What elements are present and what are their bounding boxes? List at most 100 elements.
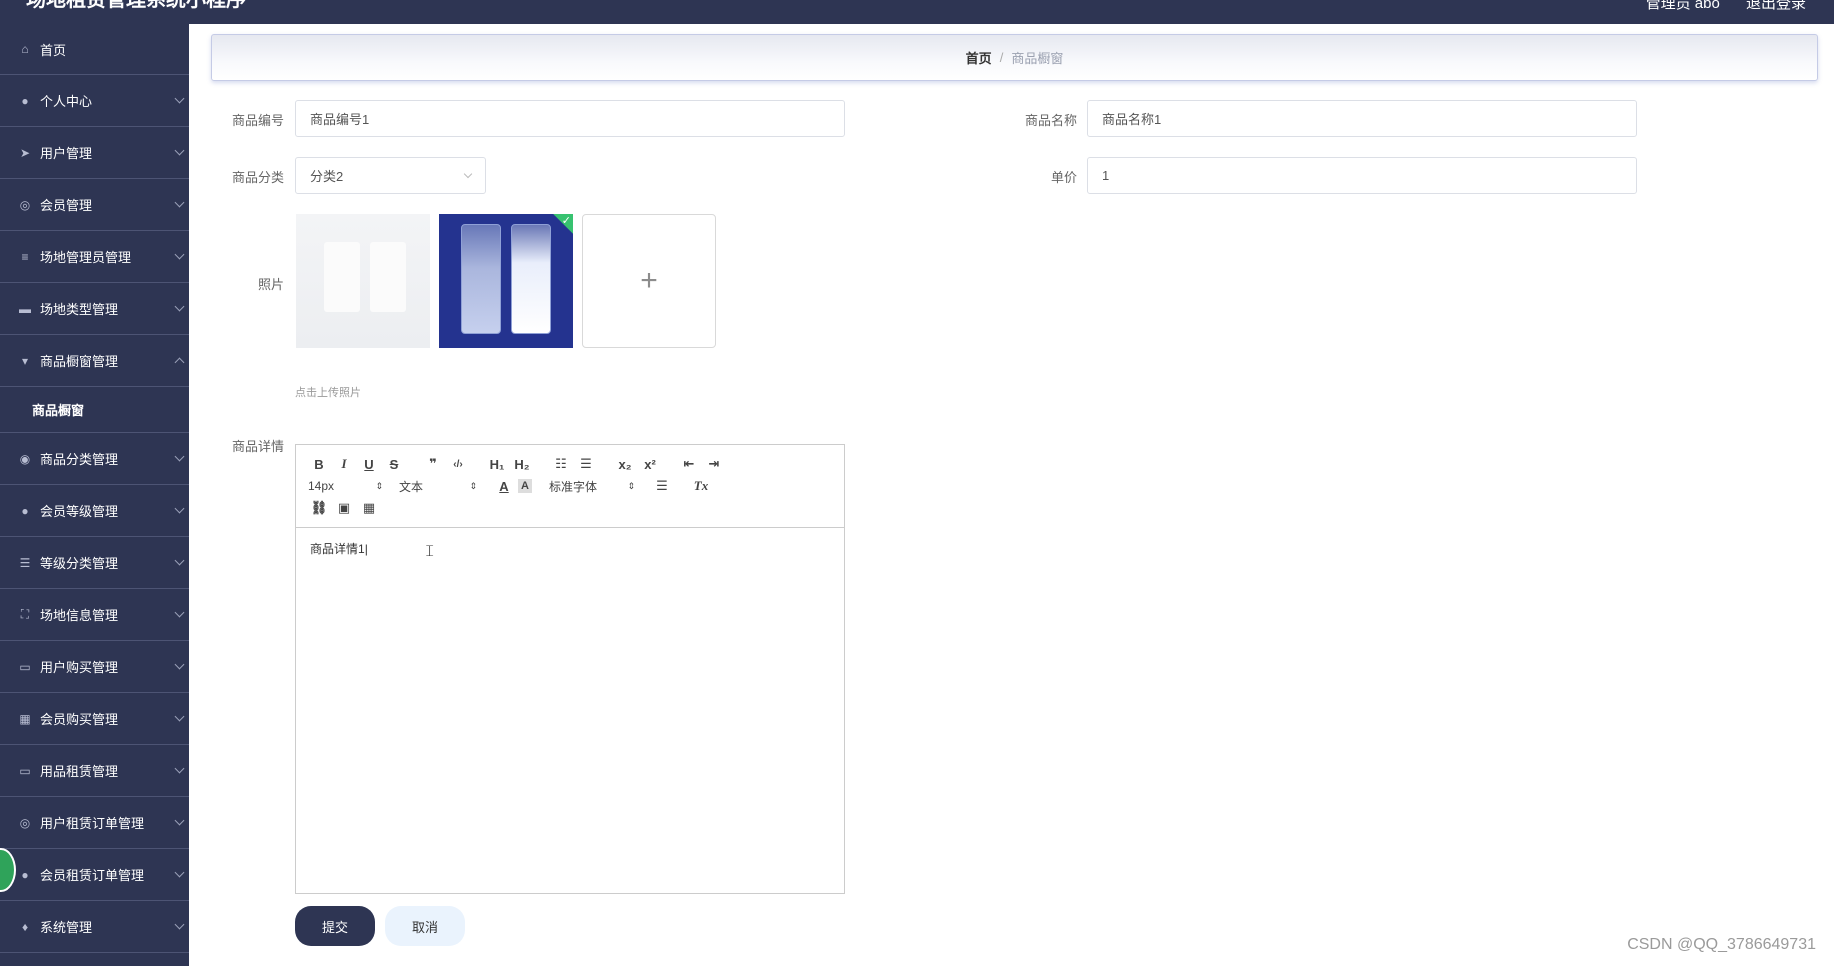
code-block-button[interactable]: ‹/›: [447, 454, 469, 474]
outdent-button[interactable]: ⇤: [678, 454, 700, 474]
sidebar-item-label: 用户租赁订单管理: [40, 816, 145, 831]
image-button[interactable]: ▣: [333, 498, 355, 518]
superscript-button[interactable]: x²: [639, 454, 661, 474]
mic-icon: ♦: [21, 919, 29, 934]
chevron-up-icon: [174, 357, 185, 368]
photo-thumbnail-1[interactable]: [296, 214, 430, 348]
sidebar-item[interactable]: ◎ 用户租赁订单管理: [0, 797, 189, 849]
sidebar-item[interactable]: ● 个人中心: [0, 75, 189, 127]
link-button[interactable]: ⛓: [308, 498, 330, 518]
chevron-down-icon: [174, 145, 185, 156]
breadcrumb-current: 商品橱窗: [1011, 51, 1064, 66]
updown-icon: ⇕: [469, 480, 477, 491]
compass-icon: ◉: [19, 451, 31, 466]
sidebar-item-label: 首页: [40, 42, 67, 58]
heading2-button[interactable]: H₂: [511, 454, 533, 474]
chevron-down-icon: [174, 301, 185, 312]
sidebar-item-label: 场地管理员管理: [40, 250, 132, 265]
blockquote-button[interactable]: ❞: [422, 454, 444, 474]
font-family-select[interactable]: 标准字体 ⇕: [549, 478, 635, 495]
name-input[interactable]: 商品名称1: [1087, 100, 1637, 137]
chevron-down-icon: [174, 867, 185, 878]
video-button[interactable]: ▦: [358, 498, 380, 518]
sidebar-item[interactable]: ● 会员租赁订单管理: [0, 849, 189, 901]
sidebar-item[interactable]: ▭ 用品租赁管理: [0, 745, 189, 797]
list-icon: ≡: [21, 249, 29, 264]
chevron-down-icon: [463, 169, 473, 179]
chevron-down-icon: [174, 503, 185, 514]
subscript-button[interactable]: x₂: [614, 454, 636, 474]
sidebar-item[interactable]: ⛶ 场地信息管理: [0, 589, 189, 641]
photo-thumbnail-2[interactable]: ✓: [439, 214, 573, 348]
code-input[interactable]: 商品编号1: [295, 100, 845, 137]
sidebar-item[interactable]: ♦ 系统管理: [0, 901, 189, 953]
location-icon: ●: [21, 867, 29, 882]
sidebar-item[interactable]: ● 会员等级管理: [0, 485, 189, 537]
app-title: 场地租赁管理系统小程序: [26, 0, 246, 11]
chevron-down-icon: [174, 555, 185, 566]
clear-format-button[interactable]: Tx: [690, 476, 712, 496]
thumbnail-bottle: [324, 242, 360, 312]
upload-button[interactable]: +: [582, 214, 716, 348]
logout-link[interactable]: 退出登录: [1746, 0, 1806, 12]
chevron-down-icon: [174, 607, 185, 618]
sidebar-item[interactable]: ⌂ 首页: [0, 24, 189, 75]
aperture-icon: ◎: [19, 815, 31, 830]
sidebar-item[interactable]: ◉ 商品分类管理: [0, 433, 189, 485]
sidebar: ⌂ 首页 ● 个人中心 ➤ 用户管理 ◎ 会员管理 ≡ 场地管理员管理 ▬ 场地类型管理 ▾ 商品橱窗管理…: [0, 24, 189, 966]
category-select[interactable]: 分类2: [295, 157, 486, 194]
indent-button[interactable]: ⇥: [703, 454, 725, 474]
font-size-select[interactable]: 14px ⇕: [308, 479, 383, 493]
check-icon: ✓: [561, 215, 571, 227]
sidebar-item[interactable]: ▦ 会员购买管理: [0, 693, 189, 745]
sidebar-item-label: 会员管理: [40, 198, 93, 213]
bold-button[interactable]: B: [308, 454, 330, 474]
send-icon: ➤: [19, 145, 31, 160]
chevron-down-icon: [174, 93, 185, 104]
heading1-button[interactable]: H₁: [486, 454, 508, 474]
breadcrumb-home[interactable]: 首页: [966, 48, 992, 67]
strike-button[interactable]: S: [383, 454, 405, 474]
sidebar-item[interactable]: ▾ 商品橱窗管理: [0, 335, 189, 387]
ticket-icon: ▬: [19, 301, 31, 316]
upload-hint: 点击上传照片: [295, 387, 361, 399]
ordered-list-button[interactable]: ☷: [550, 454, 572, 474]
underline-button[interactable]: U: [358, 454, 380, 474]
align-button[interactable]: ☰: [651, 476, 673, 496]
watermark: CSDN @QQ_3786649731: [1627, 936, 1816, 953]
bullet-list-button[interactable]: ☰: [575, 454, 597, 474]
updown-icon: ⇕: [375, 480, 383, 491]
sidebar-item[interactable]: ☰ 等级分类管理: [0, 537, 189, 589]
sidebar-item-label: 用品租赁管理: [40, 764, 119, 779]
font-size-value: 14px: [308, 479, 335, 493]
chart-icon: ▦: [19, 711, 31, 726]
submit-button[interactable]: 提交: [295, 906, 375, 946]
sidebar-item-label: 系统管理: [40, 920, 93, 935]
chevron-down-icon: [174, 919, 185, 930]
sidebar-item-label: 商品分类管理: [40, 452, 119, 467]
user-icon: ●: [21, 93, 29, 108]
editor-content[interactable]: 商品详情1|: [296, 528, 844, 569]
sidebar-subitem[interactable]: 商品橱窗: [0, 387, 189, 433]
text-color-button[interactable]: A: [493, 476, 515, 496]
rich-text-editor: B I U S ❞ ‹/› H₁ H₂ ☷ ☰ x₂ x² ⇤ ⇥ 14px ⇕: [295, 444, 845, 894]
updown-icon: ⇕: [627, 480, 635, 491]
price-input[interactable]: 1: [1087, 157, 1637, 194]
cancel-button[interactable]: 取消: [385, 906, 465, 946]
thumbnail-bottle: [370, 242, 406, 312]
background-color-button[interactable]: A: [518, 479, 532, 493]
name-label: 商品名称: [1024, 113, 1077, 128]
sidebar-item[interactable]: ▭ 用户购买管理: [0, 641, 189, 693]
chevron-down-icon: [174, 249, 185, 260]
font-family-value: 标准字体: [549, 479, 598, 494]
block-format-value: 文本: [399, 479, 424, 494]
chat-icon: ▭: [19, 659, 31, 674]
detail-label: 商品详情: [231, 439, 284, 454]
italic-button[interactable]: I: [333, 454, 355, 474]
block-format-select[interactable]: 文本 ⇕: [399, 478, 477, 495]
text-cursor: |: [364, 542, 368, 556]
sidebar-item[interactable]: ➤ 用户管理: [0, 127, 189, 179]
sidebar-item[interactable]: ≡ 场地管理员管理: [0, 231, 189, 283]
sidebar-item[interactable]: ◎ 会员管理: [0, 179, 189, 231]
sidebar-item[interactable]: ▬ 场地类型管理: [0, 283, 189, 335]
